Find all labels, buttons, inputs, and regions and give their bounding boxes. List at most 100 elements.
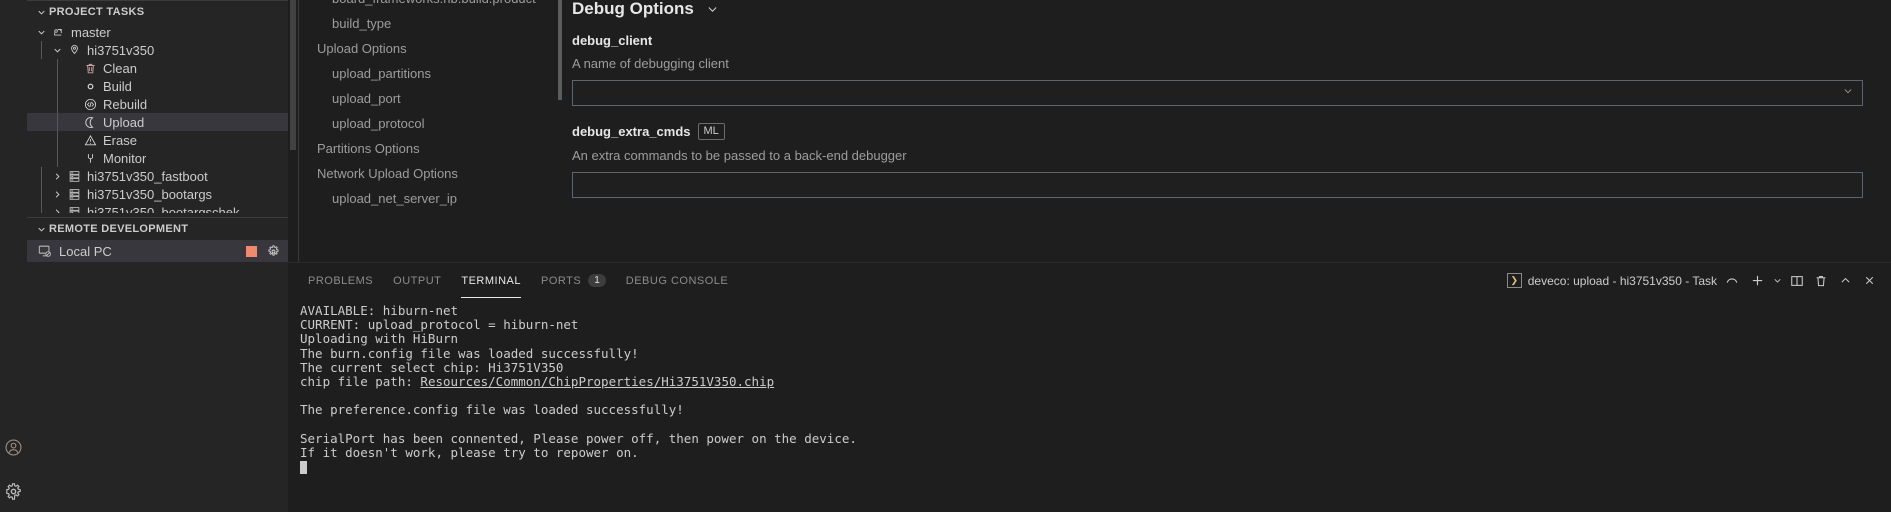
ide-window: PROJECT TASKS master hi3751v350 Clean Build…: [0, 0, 1891, 512]
settings-nav-label: upload_protocol: [332, 116, 425, 131]
terminal-text: chip file path:: [300, 373, 421, 389]
chevron-right-icon[interactable]: [49, 171, 65, 182]
chevron-down-icon[interactable]: [49, 45, 65, 56]
project-tasks-tree: master hi3751v350 Clean Build Rebuild Upload E…: [27, 23, 288, 213]
panel-tab-problems[interactable]: PROBLEMS: [308, 263, 373, 298]
tree-item-label: Build: [103, 78, 132, 94]
settings-nav-board-frameworks-hb-build-product[interactable]: board_frameworks.hb.build.product: [300, 0, 558, 11]
settings-detail-scrollbar[interactable]: [558, 0, 562, 100]
terminal-line: [300, 418, 1891, 432]
remote-item-local-pc[interactable]: Local PC: [27, 240, 288, 262]
terminal-profile-dropdown[interactable]: [1769, 269, 1785, 293]
remote-item-label: Local PC: [59, 243, 112, 259]
active-terminal-label: deveco: upload - hi3751v350 - Task: [1527, 273, 1717, 288]
terminal-file-link[interactable]: Resources/Common/ChipProperties/Hi3751V3…: [420, 374, 774, 389]
settings-nav-build-type[interactable]: build_type: [300, 11, 558, 36]
tree-item-build[interactable]: Build: [27, 77, 288, 95]
tree-item-label: hi3751v350_bootargschek: [87, 204, 240, 214]
moon-icon: [81, 116, 99, 129]
terminal-line: The burn.config file was loaded successf…: [300, 346, 1891, 361]
tree-item-label: master: [71, 24, 111, 40]
setting-key-name: debug_client: [572, 33, 653, 48]
settings-detail-content: Debug Options debug_client A name of deb…: [558, 0, 1891, 198]
tree-item-label: Rebuild: [103, 96, 148, 112]
panel-tab-debug-console[interactable]: DEBUG CONSOLE: [626, 263, 728, 298]
terminal-line: Uploading with HiBurn: [300, 332, 1891, 346]
tree-item-monitor[interactable]: Monitor: [27, 149, 288, 167]
settings-nav-upload-port[interactable]: upload_port: [300, 86, 558, 111]
settings-nav-upload-protocol[interactable]: upload_protocol: [300, 111, 558, 136]
tree-item-master[interactable]: master: [27, 23, 288, 41]
server-icon: [65, 206, 83, 213]
tree-item-label: Clean: [103, 60, 137, 76]
settings-detail-pane: Debug Options debug_client A name of deb…: [558, 0, 1891, 262]
repo-icon: [49, 26, 67, 39]
scope-badge-ml: ML: [697, 123, 725, 140]
settings-nav-column: board_frameworks.hb.build.product build_t…: [288, 0, 558, 262]
setting-label-row: debug_client: [572, 33, 1863, 48]
tree-item-hi3751v350-bootargschek[interactable]: hi3751v350_bootargschek: [27, 203, 288, 213]
maximize-panel-button[interactable]: [1833, 269, 1857, 293]
remote-development-section: REMOTE DEVELOPMENT Local PC: [27, 217, 288, 262]
panel-tab-terminal[interactable]: TERMINAL: [461, 263, 521, 298]
tree-item-upload[interactable]: Upload: [27, 113, 288, 131]
settings-nav-scrollbar[interactable]: [288, 0, 298, 262]
chevron-down-icon[interactable]: [1842, 84, 1854, 102]
explorer-sidebar: PROJECT TASKS master hi3751v350 Clean Build…: [27, 0, 288, 512]
close-panel-button[interactable]: [1857, 269, 1881, 293]
settings-nav-upload-net-server-ip[interactable]: upload_net_server_ip: [300, 186, 558, 211]
settings-nav-upload-partitions[interactable]: upload_partitions: [300, 61, 558, 86]
tree-item-hi3751v350-fastboot[interactable]: hi3751v350_fastboot: [27, 167, 288, 185]
debug-client-combobox[interactable]: [572, 80, 1863, 106]
indent-guide: [57, 131, 58, 149]
section-header-project-tasks[interactable]: PROJECT TASKS: [27, 1, 288, 23]
settings-nav-label: build_type: [332, 16, 392, 31]
settings-section-title: Debug Options: [572, 0, 694, 18]
remote-settings-gear-icon[interactable]: [267, 244, 280, 258]
tree-item-rebuild[interactable]: Rebuild: [27, 95, 288, 113]
terminal-line: chip file path: Resources/Common/ChipPro…: [300, 373, 1891, 389]
settings-nav-label: Upload Options: [317, 41, 407, 56]
settings-gear-icon[interactable]: [0, 474, 27, 508]
accounts-icon[interactable]: [0, 430, 27, 464]
settings-nav-upload-options[interactable]: Upload Options: [300, 36, 558, 61]
tree-item-label: Erase: [103, 132, 137, 148]
chevron-right-icon[interactable]: [49, 189, 65, 200]
settings-nav-network-upload-options[interactable]: Network Upload Options: [300, 161, 558, 186]
section-header-remote-development[interactable]: REMOTE DEVELOPMENT: [27, 218, 288, 240]
section-title-project-tasks: PROJECT TASKS: [49, 6, 145, 18]
setting-label-row: debug_extra_cmds ML: [572, 123, 1863, 140]
chevron-right-icon[interactable]: [49, 207, 65, 213]
terminal-text: AVAILABLE: hiburn-net: [300, 303, 459, 318]
new-terminal-button[interactable]: [1745, 269, 1769, 293]
terminal-text: The current select chip: Hi3751V350: [300, 359, 564, 375]
terminal-text: The preference.config file was loaded su…: [300, 402, 684, 418]
terminal-text: CURRENT: upload_protocol = hiburn-net: [300, 317, 579, 333]
tree-item-label: Upload: [103, 114, 145, 130]
chevron-down-icon[interactable]: [706, 3, 719, 16]
tree-item-hi3751v350-bootargs[interactable]: hi3751v350_bootargs: [27, 185, 288, 203]
tree-item-clean[interactable]: Clean: [27, 59, 288, 77]
chevron-down-icon[interactable]: [33, 27, 49, 38]
split-terminal-button[interactable]: [1785, 269, 1809, 293]
settings-nav-label: Network Upload Options: [317, 166, 458, 181]
tree-item-label: hi3751v350: [87, 42, 155, 58]
nav-divider: [298, 0, 299, 262]
panel-tab-ports[interactable]: PORTS 1: [541, 263, 606, 298]
debug-extra-cmds-input[interactable]: [572, 172, 1863, 198]
indent-guide: [57, 77, 58, 95]
indent-guide: [41, 167, 42, 185]
panel-tab-label: PORTS: [541, 274, 582, 287]
chevron-down-icon: [33, 221, 49, 237]
scrollbar-thumb[interactable]: [290, 0, 296, 150]
indent-guide: [41, 203, 42, 213]
settings-nav-partitions-options[interactable]: Partitions Options: [300, 136, 558, 161]
settings-section-title-row[interactable]: Debug Options: [572, 0, 1863, 18]
panel-tab-output[interactable]: OUTPUT: [393, 263, 441, 298]
active-terminal-chip[interactable]: ❯ deveco: upload - hi3751v350 - Task: [1506, 273, 1739, 288]
tree-item-erase[interactable]: Erase: [27, 131, 288, 149]
terminal-output[interactable]: AVAILABLE: hiburn-net CURRENT: upload_pro…: [288, 298, 1891, 512]
tree-item-hi3751v350[interactable]: hi3751v350: [27, 41, 288, 59]
kill-terminal-button[interactable]: [1809, 269, 1833, 293]
